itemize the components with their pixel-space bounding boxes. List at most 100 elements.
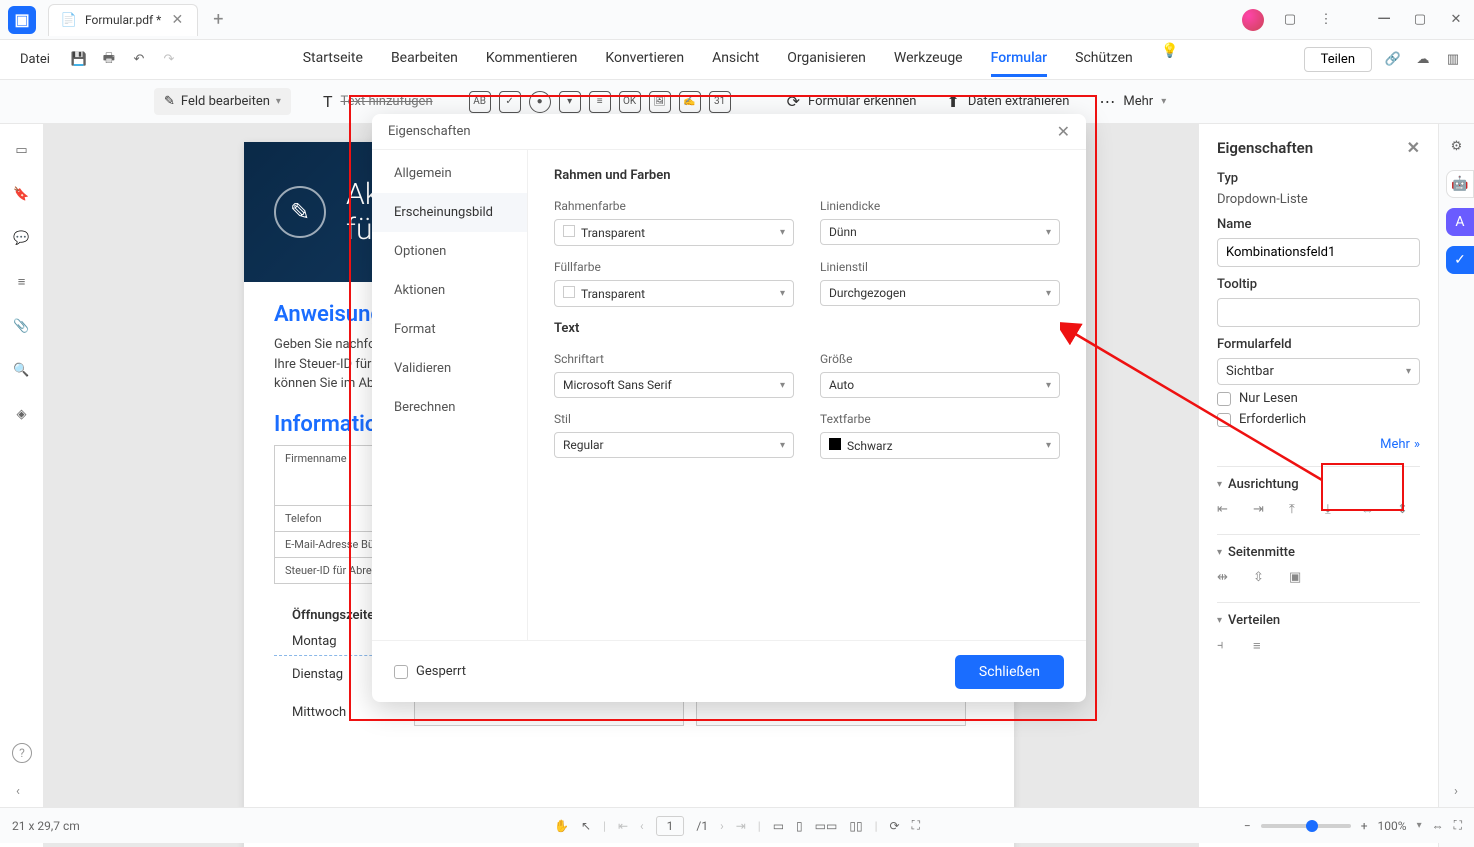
collapse-caret-icon[interactable]: ▾ bbox=[1217, 547, 1222, 558]
dialog-close-button[interactable]: ✕ bbox=[1057, 122, 1070, 141]
add-text-button[interactable]: Text hinzufügen bbox=[341, 94, 433, 109]
help-button[interactable]: ? bbox=[12, 743, 32, 763]
checkbox-tool-icon[interactable]: ✓ bbox=[499, 91, 521, 113]
center-h-icon[interactable]: ⇹ bbox=[1217, 570, 1235, 588]
collapse-caret-icon[interactable]: ▾ bbox=[1217, 479, 1222, 490]
sidebar-optionen[interactable]: Optionen bbox=[372, 232, 527, 271]
ai-a-icon[interactable]: A bbox=[1446, 208, 1474, 236]
view-single-icon[interactable]: ▭ bbox=[773, 819, 784, 833]
dialog-close-primary-button[interactable]: Schließen bbox=[955, 655, 1064, 689]
attachments-icon[interactable]: 📎 bbox=[12, 316, 32, 336]
align-right-icon[interactable]: ⇥ bbox=[1253, 502, 1271, 520]
input-name[interactable] bbox=[1217, 238, 1420, 267]
sliders-icon[interactable]: ⚙ bbox=[1447, 136, 1467, 156]
zoom-in-button[interactable]: + bbox=[1361, 819, 1368, 833]
file-menu[interactable]: Datei bbox=[12, 52, 58, 67]
rotate-icon[interactable]: ⟳ bbox=[890, 819, 900, 833]
first-page-button[interactable]: ⇤ bbox=[618, 819, 628, 833]
search-icon[interactable]: 🔍 bbox=[12, 360, 32, 380]
undo-icon[interactable]: ↶ bbox=[130, 51, 148, 69]
fit-icon[interactable]: ⛶ bbox=[912, 818, 920, 833]
zoom-value[interactable]: 100% bbox=[1378, 819, 1407, 833]
select-formfield[interactable]: Sichtbar ▾ bbox=[1217, 358, 1420, 385]
sidebar-allgemein[interactable]: Allgemein bbox=[372, 154, 527, 193]
locked-checkbox[interactable]: Gesperrt bbox=[394, 664, 466, 679]
collapse-right-button[interactable]: › bbox=[1446, 781, 1466, 801]
select-fill-color[interactable]: Transparent▾ bbox=[554, 280, 794, 307]
tab-bearbeiten[interactable]: Bearbeiten bbox=[391, 42, 458, 77]
thumbnails-icon[interactable]: ▭ bbox=[12, 140, 32, 160]
view-two-page-icon[interactable]: ▭▭ bbox=[815, 819, 838, 833]
zoom-out-button[interactable]: − bbox=[1244, 819, 1251, 833]
extract-data-button[interactable]: Daten extrahieren bbox=[968, 94, 1070, 109]
share-button[interactable]: Teilen bbox=[1304, 47, 1372, 72]
document-tab[interactable]: 📄 Formular.pdf * ✕ bbox=[48, 4, 198, 36]
day-field-mittwoch-2[interactable] bbox=[696, 700, 966, 726]
hand-tool-icon[interactable]: ✋ bbox=[554, 819, 569, 833]
center-both-icon[interactable]: ▣ bbox=[1289, 570, 1307, 588]
day-field-mittwoch-1[interactable] bbox=[414, 700, 684, 726]
save-icon[interactable]: 💾 bbox=[70, 51, 88, 69]
fullscreen-icon[interactable]: ⛶ bbox=[1454, 818, 1462, 833]
tab-startseite[interactable]: Startseite bbox=[303, 42, 363, 77]
page-current[interactable]: 1 bbox=[667, 819, 674, 833]
layers-icon[interactable]: ◈ bbox=[12, 404, 32, 424]
print-icon[interactable]: 🖶 bbox=[100, 51, 118, 69]
tab-close-button[interactable]: ✕ bbox=[169, 12, 185, 28]
more-tools-button[interactable]: Mehr bbox=[1123, 94, 1153, 109]
more-link[interactable]: Mehr » bbox=[1217, 437, 1420, 452]
button-tool-icon[interactable]: OK bbox=[619, 91, 641, 113]
select-font[interactable]: Microsoft Sans Serif▾ bbox=[554, 372, 794, 398]
select-tool-icon[interactable]: ↖ bbox=[581, 819, 591, 833]
ai-check-icon[interactable]: ✓ bbox=[1446, 246, 1474, 274]
distribute-v-icon[interactable]: ≡ bbox=[1253, 638, 1271, 656]
dropdown-tool-icon[interactable]: ▾ bbox=[559, 91, 581, 113]
tab-werkzeuge[interactable]: Werkzeuge bbox=[894, 42, 963, 77]
sidebar-erscheinungsbild[interactable]: Erscheinungsbild bbox=[372, 193, 527, 232]
tab-schuetzen[interactable]: Schützen bbox=[1075, 42, 1133, 77]
signature-tool-icon[interactable]: ✍ bbox=[679, 91, 701, 113]
maximize-button[interactable]: ▢ bbox=[1410, 12, 1430, 27]
checkbox-readonly[interactable]: Nur Lesen bbox=[1217, 391, 1420, 406]
sidebar-validieren[interactable]: Validieren bbox=[372, 349, 527, 388]
input-tooltip[interactable] bbox=[1217, 298, 1420, 327]
listbox-tool-icon[interactable]: ≡ bbox=[589, 91, 611, 113]
tab-ansicht[interactable]: Ansicht bbox=[712, 42, 759, 77]
next-page-button[interactable]: › bbox=[720, 819, 724, 833]
comments-icon[interactable]: 💬 bbox=[12, 228, 32, 248]
distribute-h-icon[interactable]: ⫞ bbox=[1217, 638, 1235, 656]
sidebar-format[interactable]: Format bbox=[372, 310, 527, 349]
cloud-icon[interactable]: ☁ bbox=[1414, 51, 1432, 69]
tab-formular[interactable]: Formular bbox=[991, 42, 1048, 77]
date-tool-icon[interactable]: 31 bbox=[709, 91, 731, 113]
align-center-v-icon[interactable]: ⇕ bbox=[1397, 502, 1415, 520]
align-top-icon[interactable]: ⤒ bbox=[1289, 502, 1307, 520]
textfield-icon[interactable]: AB bbox=[469, 91, 491, 113]
share-link-icon[interactable]: 🔗 bbox=[1384, 51, 1402, 69]
assistant-icon[interactable]: 🤖 bbox=[1446, 170, 1474, 198]
image-tool-icon[interactable]: 🖼 bbox=[649, 91, 671, 113]
align-left-icon[interactable]: ⇤ bbox=[1217, 502, 1235, 520]
panel-close-button[interactable]: ✕ bbox=[1407, 138, 1420, 157]
select-line-style[interactable]: Durchgezogen▾ bbox=[820, 280, 1060, 306]
align-bottom-icon[interactable]: ⤓ bbox=[1325, 502, 1343, 520]
sidebar-berechnen[interactable]: Berechnen bbox=[372, 388, 527, 427]
redo-icon[interactable]: ↷ bbox=[160, 51, 178, 69]
align-center-h-icon[interactable]: ⇔ bbox=[1361, 502, 1379, 520]
checkbox-required[interactable]: Erforderlich bbox=[1217, 412, 1420, 427]
tab-organisieren[interactable]: Organisieren bbox=[787, 42, 866, 77]
fit-width-icon[interactable]: ⇔ bbox=[1432, 819, 1444, 833]
collapse-left-button[interactable]: ‹ bbox=[8, 781, 28, 801]
center-v-icon[interactable]: ⇳ bbox=[1253, 570, 1271, 588]
select-size[interactable]: Auto▾ bbox=[820, 372, 1060, 398]
minimize-button[interactable]: — bbox=[1374, 9, 1394, 30]
new-tab-button[interactable]: + bbox=[206, 8, 230, 32]
kebab-menu-icon[interactable]: ⋮ bbox=[1316, 12, 1336, 27]
bookmarks-icon[interactable]: 🔖 bbox=[12, 184, 32, 204]
edit-field-button[interactable]: ✎ Feld bearbeiten ▾ bbox=[154, 88, 291, 115]
close-window-button[interactable]: ✕ bbox=[1446, 12, 1466, 27]
avatar[interactable] bbox=[1242, 9, 1264, 31]
sidebar-aktionen[interactable]: Aktionen bbox=[372, 271, 527, 310]
view-two-cont-icon[interactable]: ▯▯ bbox=[849, 819, 862, 833]
window-tool-icon[interactable]: ▢ bbox=[1280, 12, 1300, 27]
